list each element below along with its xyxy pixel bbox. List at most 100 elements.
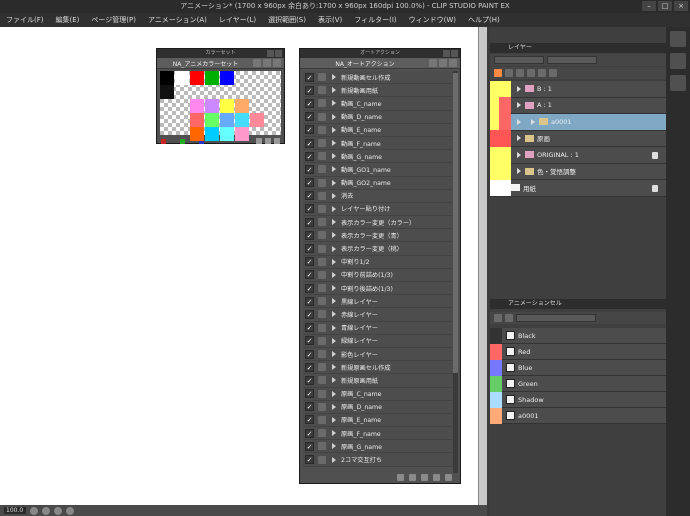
lock-icon[interactable] (652, 152, 658, 159)
auto-action-item[interactable]: ✓ 原画_D_name (303, 400, 454, 414)
dialog-toggle-icon[interactable] (318, 178, 326, 187)
dialog-toggle-icon[interactable] (318, 402, 326, 411)
enabled-checkbox[interactable]: ✓ (305, 98, 314, 108)
delete-color-icon[interactable] (274, 138, 280, 144)
anim-folder-icon[interactable] (494, 314, 502, 322)
enabled-checkbox[interactable]: ✓ (305, 72, 314, 82)
expand-arrow-icon[interactable] (332, 456, 336, 463)
enabled-checkbox[interactable]: ✓ (305, 323, 314, 333)
dialog-toggle-icon[interactable] (318, 125, 326, 134)
expand-arrow-icon[interactable] (332, 324, 336, 331)
dialog-toggle-icon[interactable] (318, 323, 326, 332)
expand-arrow-icon[interactable] (332, 443, 336, 450)
layer-row[interactable]: 色・覚悟調整 (490, 163, 666, 180)
color-swatch[interactable] (205, 113, 219, 127)
expand-arrow-icon[interactable] (517, 118, 521, 125)
menu-filter[interactable]: フィルター(I) (354, 15, 396, 25)
dialog-toggle-icon[interactable] (318, 310, 326, 319)
expand-arrow-icon[interactable] (332, 232, 336, 239)
expand-arrow-icon[interactable] (332, 126, 336, 133)
expand-arrow-icon[interactable] (517, 151, 521, 158)
auto-action-item[interactable]: ✓ 動画_D_name (303, 110, 454, 124)
auto-action-set-name[interactable]: NA_オートアクション (303, 59, 427, 68)
enabled-checkbox[interactable]: ✓ (305, 336, 314, 346)
expand-arrow-icon[interactable] (332, 364, 336, 371)
color-set-title-bar[interactable]: カラーセット (157, 49, 284, 58)
enabled-checkbox[interactable]: ✓ (305, 283, 314, 293)
expand-arrow-icon[interactable] (332, 140, 336, 147)
zoom-out-icon[interactable] (30, 506, 38, 515)
color-swatch[interactable] (190, 127, 204, 141)
auto-action-item[interactable]: ✓ 新規原画用紙 (303, 374, 454, 388)
auto-action-item[interactable]: ✓ 原画_C_name (303, 387, 454, 401)
menu-window[interactable]: ウィンドウ(W) (409, 15, 456, 25)
dialog-toggle-icon[interactable] (318, 415, 326, 424)
canvas-vertical-scrollbar[interactable] (478, 27, 487, 505)
menu-layer[interactable]: レイヤー(L) (219, 15, 256, 25)
eyedropper-icon[interactable] (263, 59, 271, 67)
mask-icon[interactable] (538, 69, 546, 77)
auto-action-item[interactable]: ✓ 影色レイヤー (303, 347, 454, 362)
auto-action-item[interactable]: ✓ 黒線レイヤー (303, 295, 454, 309)
expand-arrow-icon[interactable] (332, 311, 336, 318)
anim-cel-row[interactable]: Blue (490, 359, 666, 376)
enabled-checkbox[interactable]: ✓ (305, 349, 314, 359)
expand-arrow-icon[interactable] (332, 351, 336, 358)
dialog-toggle-icon[interactable] (318, 350, 326, 359)
menu-file[interactable]: ファイル(F) (6, 15, 44, 25)
expand-arrow-icon[interactable] (332, 74, 336, 81)
enabled-checkbox[interactable]: ✓ (305, 257, 314, 267)
enabled-checkbox[interactable]: ✓ (305, 217, 314, 227)
add-color-icon[interactable] (256, 138, 262, 144)
dialog-toggle-icon[interactable] (318, 257, 326, 266)
color-swatch[interactable] (220, 113, 234, 127)
dialog-toggle-icon[interactable] (318, 270, 326, 279)
auto-action-title-bar[interactable]: オートアクション (300, 49, 460, 58)
dialog-toggle-icon[interactable] (318, 284, 326, 293)
color-swatch[interactable] (160, 85, 174, 99)
enabled-checkbox[interactable]: ✓ (305, 296, 314, 306)
dialog-toggle-icon[interactable] (318, 86, 326, 95)
new-set-icon[interactable] (439, 59, 447, 67)
dialog-toggle-icon[interactable] (318, 376, 326, 385)
expand-arrow-icon[interactable] (332, 416, 336, 423)
enabled-checkbox[interactable]: ✓ (305, 178, 314, 188)
color-swatch[interactable] (220, 127, 234, 141)
dialog-toggle-icon[interactable] (318, 73, 326, 82)
expand-arrow-icon[interactable] (332, 219, 336, 226)
expand-arrow-icon[interactable] (517, 135, 521, 142)
anim-cel-row[interactable]: Green (490, 375, 666, 392)
color-swatch[interactable] (190, 71, 204, 85)
dialog-toggle-icon[interactable] (318, 165, 326, 174)
visibility-eye-icon[interactable] (490, 146, 499, 163)
layer-panel-tab[interactable]: レイヤー (490, 43, 666, 53)
opacity-slider[interactable] (547, 56, 597, 64)
dialog-toggle-icon[interactable] (318, 363, 326, 372)
scroll-thumb[interactable] (453, 73, 458, 373)
layer-panel-icon[interactable] (670, 31, 686, 47)
anim-cel-row[interactable]: a0001 (490, 407, 666, 424)
panel-close-icon[interactable] (451, 50, 458, 57)
dialog-toggle-icon[interactable] (318, 455, 326, 464)
color-swatch[interactable] (205, 99, 219, 113)
color-swatch[interactable] (205, 127, 219, 141)
auto-action-item[interactable]: ✓ 新規動画用紙 (303, 84, 454, 98)
layer-row[interactable]: A : 1 (490, 97, 666, 114)
layer-row[interactable]: 原画 (490, 130, 666, 147)
foot-color-chip[interactable] (161, 138, 166, 144)
reference-icon[interactable] (516, 69, 524, 77)
auto-action-item[interactable]: ✓ 中割り後詰め(1/3) (303, 282, 454, 296)
enabled-checkbox[interactable]: ✓ (305, 402, 314, 412)
enabled-checkbox[interactable]: ✓ (305, 138, 314, 148)
anim-track-field[interactable] (516, 314, 596, 322)
color-swatch[interactable] (235, 113, 249, 127)
expand-arrow-icon[interactable] (332, 390, 336, 397)
lock-icon[interactable] (652, 185, 658, 192)
lock-transparent-icon[interactable] (527, 69, 535, 77)
enabled-checkbox[interactable]: ✓ (305, 362, 314, 372)
auto-action-item[interactable]: ✓ 緑線レイヤー (303, 334, 454, 348)
auto-action-scrollbar[interactable] (453, 71, 458, 473)
auto-action-item[interactable]: ✓ レイヤー貼り付け (303, 202, 454, 217)
enabled-checkbox[interactable]: ✓ (305, 389, 314, 399)
rotate-icon[interactable] (54, 506, 62, 515)
